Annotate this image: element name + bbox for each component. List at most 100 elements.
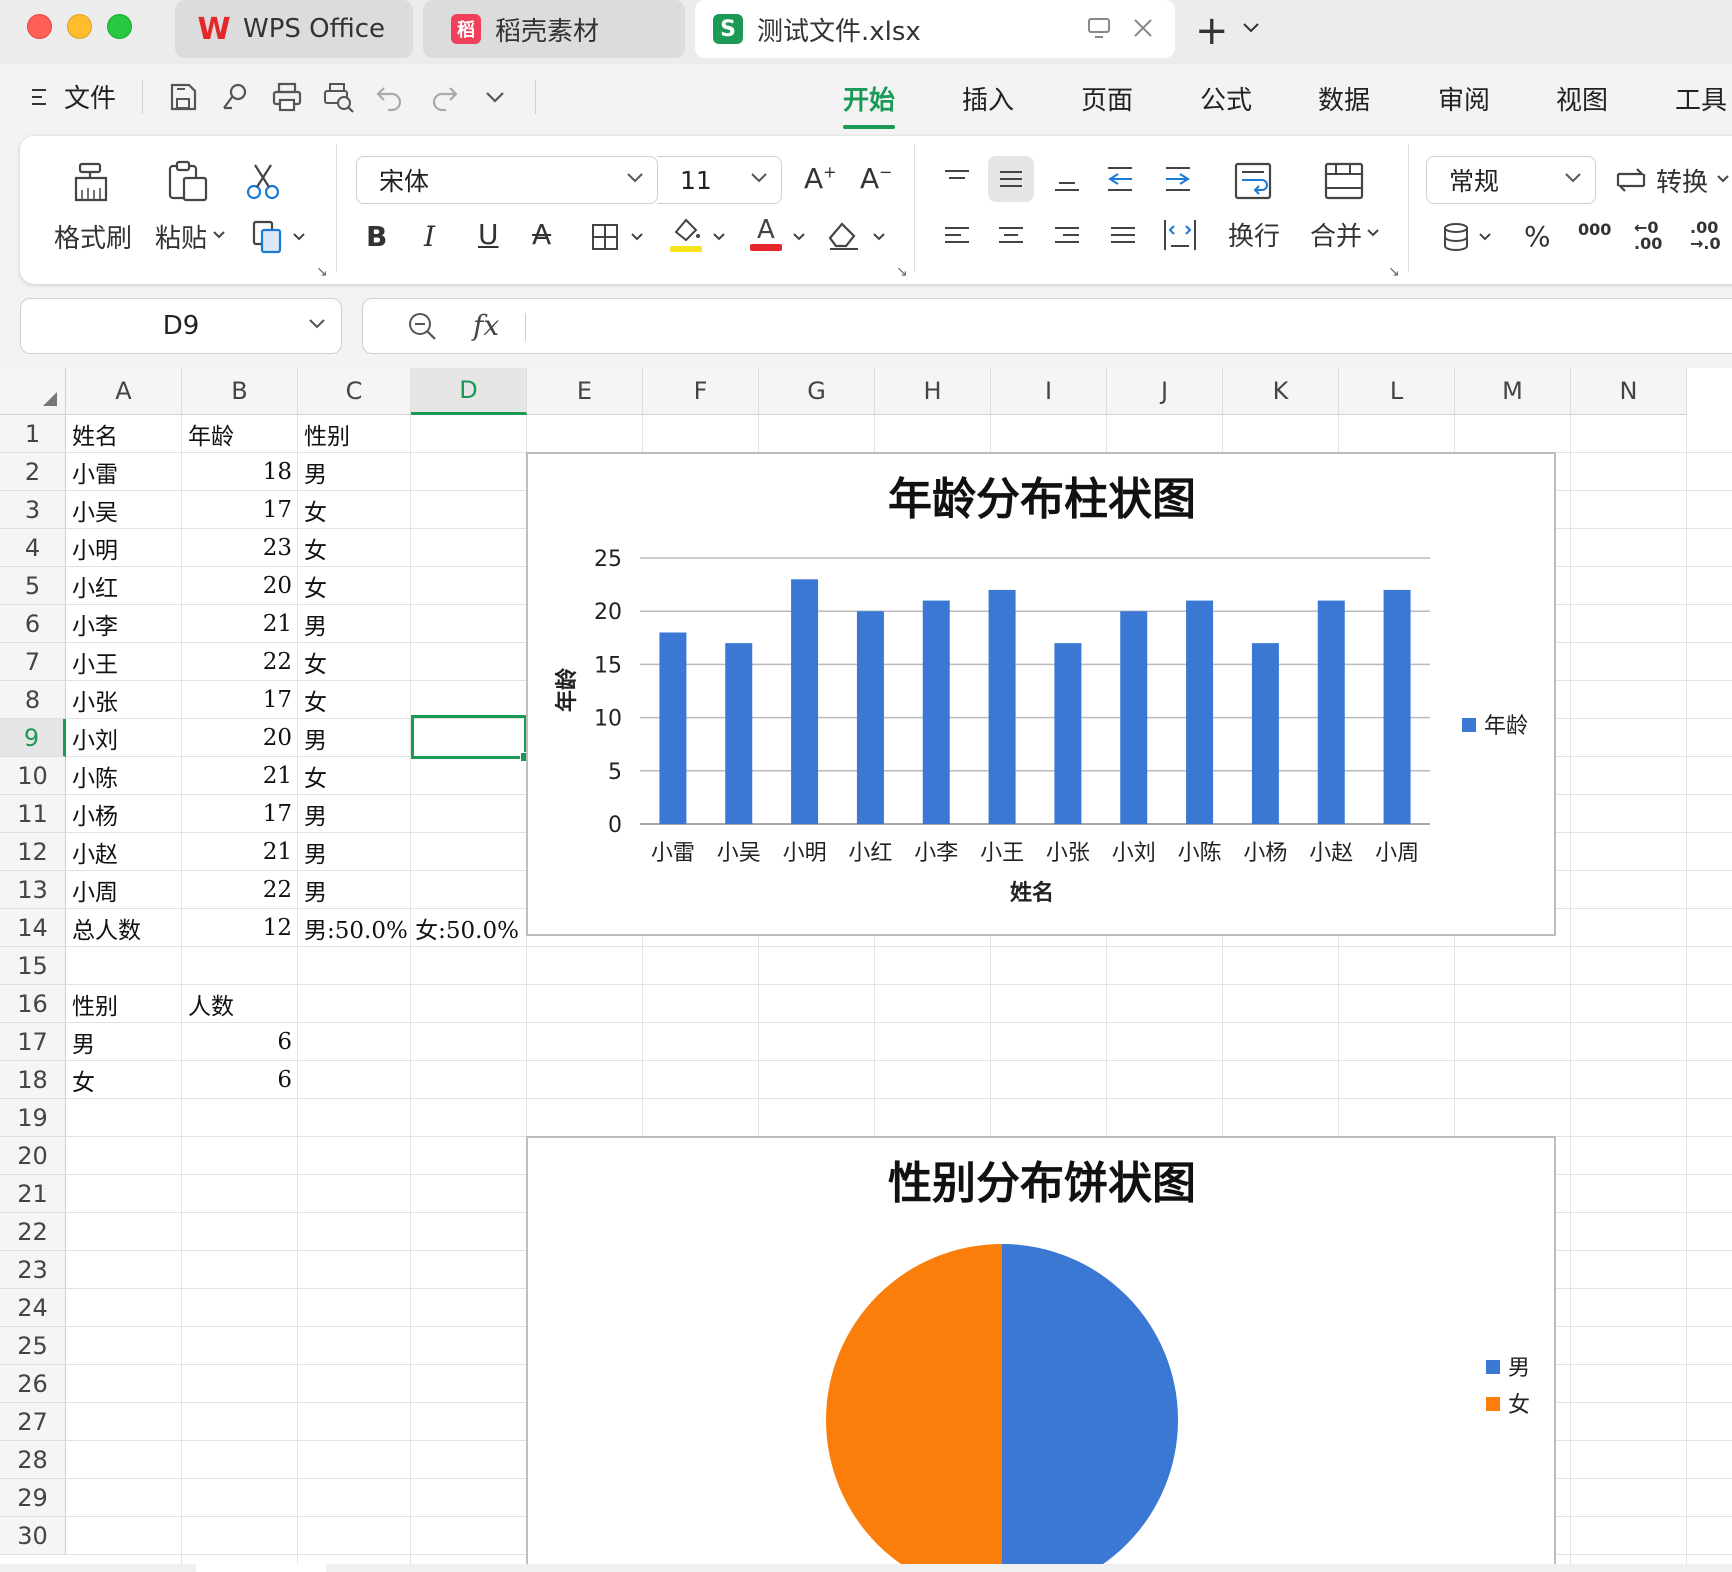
name-cell[interactable]: 小陈 [66, 757, 182, 795]
tab-data[interactable]: 数据 [1318, 80, 1370, 117]
align-right-button[interactable] [1044, 212, 1090, 258]
currency-chevron-icon[interactable] [1478, 232, 1492, 242]
monitor-icon[interactable] [1087, 16, 1111, 40]
active-cell-selection[interactable] [411, 715, 530, 762]
gender-pie-chart[interactable]: 性别分布饼状图 男女 [526, 1136, 1556, 1572]
name-cell[interactable]: 小明 [66, 529, 182, 567]
print-icon[interactable] [270, 80, 304, 114]
undo-icon[interactable] [374, 80, 408, 114]
tab-wps-office[interactable]: W WPS Office [175, 0, 413, 58]
merge-cells-label[interactable]: 合并 [1310, 216, 1362, 253]
increase-indent-icon[interactable] [1162, 164, 1194, 194]
zoom-window-button[interactable] [107, 14, 132, 39]
chevron-down-icon[interactable] [1242, 21, 1260, 35]
row-header-26[interactable]: 26 [0, 1365, 66, 1403]
row-header-24[interactable]: 24 [0, 1289, 66, 1327]
row-header-23[interactable]: 23 [0, 1251, 66, 1289]
row-header-19[interactable]: 19 [0, 1099, 66, 1137]
row-header-27[interactable]: 27 [0, 1403, 66, 1441]
decrease-font-size-icon[interactable]: A− [860, 162, 893, 195]
name-cell[interactable]: 小雷 [66, 453, 182, 491]
age-cell[interactable]: 17 [182, 681, 298, 719]
column-header-n[interactable]: N [1571, 368, 1687, 415]
column-header-l[interactable]: L [1339, 368, 1455, 415]
row-header-17[interactable]: 17 [0, 1023, 66, 1061]
name-cell[interactable]: 小杨 [66, 795, 182, 833]
row-header-12[interactable]: 12 [0, 833, 66, 871]
row-header-10[interactable]: 10 [0, 757, 66, 795]
number-format-select[interactable]: 常规 [1426, 156, 1596, 204]
gender-cell[interactable]: 女 [298, 681, 414, 719]
gender-cell[interactable]: 男 [298, 719, 414, 757]
summary-count-cell[interactable]: 6 [182, 1023, 298, 1061]
name-cell[interactable]: 小李 [66, 605, 182, 643]
column-header-h[interactable]: H [875, 368, 991, 415]
row-header-11[interactable]: 11 [0, 795, 66, 833]
row-header-25[interactable]: 25 [0, 1327, 66, 1365]
age-cell[interactable]: 17 [182, 795, 298, 833]
total-label-cell[interactable]: 总人数 [66, 909, 182, 947]
gender-cell[interactable]: 女 [298, 529, 414, 567]
save-icon[interactable] [166, 80, 200, 114]
alignment-launcher-icon[interactable]: ↘ [1388, 264, 1400, 280]
total-count-cell[interactable]: 12 [182, 909, 298, 947]
name-cell[interactable]: 小红 [66, 567, 182, 605]
convert-chevron-icon[interactable] [1716, 174, 1730, 184]
align-top-button[interactable] [934, 156, 980, 202]
name-cell[interactable]: 小周 [66, 871, 182, 909]
name-cell[interactable]: 小吴 [66, 491, 182, 529]
row-header-18[interactable]: 18 [0, 1061, 66, 1099]
age-cell[interactable]: 20 [182, 719, 298, 757]
format-painter-icon[interactable] [70, 160, 114, 204]
font-color-chevron-icon[interactable] [792, 232, 806, 242]
tab-view[interactable]: 视图 [1556, 80, 1608, 117]
clear-format-icon[interactable] [826, 218, 862, 252]
column-header-i[interactable]: I [991, 368, 1107, 415]
convert-icon[interactable] [1614, 164, 1648, 196]
percent-button[interactable]: % [1524, 220, 1551, 253]
cut-icon[interactable] [244, 162, 284, 202]
summary-header-cell[interactable]: 性别 [66, 985, 182, 1023]
border-chevron-icon[interactable] [630, 232, 644, 242]
copy-chevron-icon[interactable] [292, 232, 306, 242]
print-preview-icon[interactable] [322, 80, 356, 114]
insert-function-icon[interactable]: fx [473, 309, 499, 342]
justify-button[interactable] [1100, 212, 1146, 258]
name-box[interactable]: D9 [20, 298, 342, 354]
decrease-indent-icon[interactable] [1104, 164, 1136, 194]
border-icon[interactable] [590, 222, 620, 252]
gender-cell[interactable]: 男 [298, 453, 414, 491]
paste-icon[interactable] [166, 160, 210, 204]
row-header-16[interactable]: 16 [0, 985, 66, 1023]
summary-header-cell[interactable]: 人数 [182, 985, 298, 1023]
align-left-button[interactable] [934, 212, 980, 258]
column-header-d[interactable]: D [411, 368, 527, 415]
name-cell[interactable]: 小王 [66, 643, 182, 681]
table-header-cell[interactable]: 性别 [298, 415, 414, 453]
name-cell[interactable]: 小张 [66, 681, 182, 719]
row-header-1[interactable]: 1 [0, 415, 66, 453]
tab-formula[interactable]: 公式 [1200, 80, 1252, 117]
paste-chevron-icon[interactable] [212, 230, 226, 240]
tab-insert[interactable]: 插入 [962, 80, 1014, 117]
age-bar-chart[interactable]: 年龄分布柱状图 年龄 姓名 年龄 0 5 10 15 20 25 小雷 小吴 小明 小红 小李 小王小… [526, 452, 1556, 936]
age-cell[interactable]: 17 [182, 491, 298, 529]
sheet-tab-strip[interactable] [196, 1564, 326, 1572]
format-painter-label[interactable]: 格式刷 [54, 218, 132, 255]
copy-icon[interactable] [250, 218, 290, 258]
summary-gender-cell[interactable]: 男 [66, 1023, 182, 1061]
age-cell[interactable]: 21 [182, 605, 298, 643]
increase-font-size-icon[interactable]: A+ [804, 162, 837, 195]
close-tab-icon[interactable] [1132, 17, 1154, 39]
name-cell[interactable]: 小赵 [66, 833, 182, 871]
bold-button[interactable]: B [366, 220, 387, 253]
column-header-g[interactable]: G [759, 368, 875, 415]
table-header-cell[interactable]: 姓名 [66, 415, 182, 453]
font-name-select[interactable]: 宋体 [356, 156, 658, 204]
merge-cells-icon[interactable] [1322, 160, 1366, 204]
name-cell[interactable]: 小刘 [66, 719, 182, 757]
convert-label[interactable]: 转换 [1656, 162, 1708, 199]
fill-color-chevron-icon[interactable] [712, 232, 726, 242]
italic-button[interactable]: I [424, 220, 435, 253]
redo-icon[interactable] [426, 80, 460, 114]
